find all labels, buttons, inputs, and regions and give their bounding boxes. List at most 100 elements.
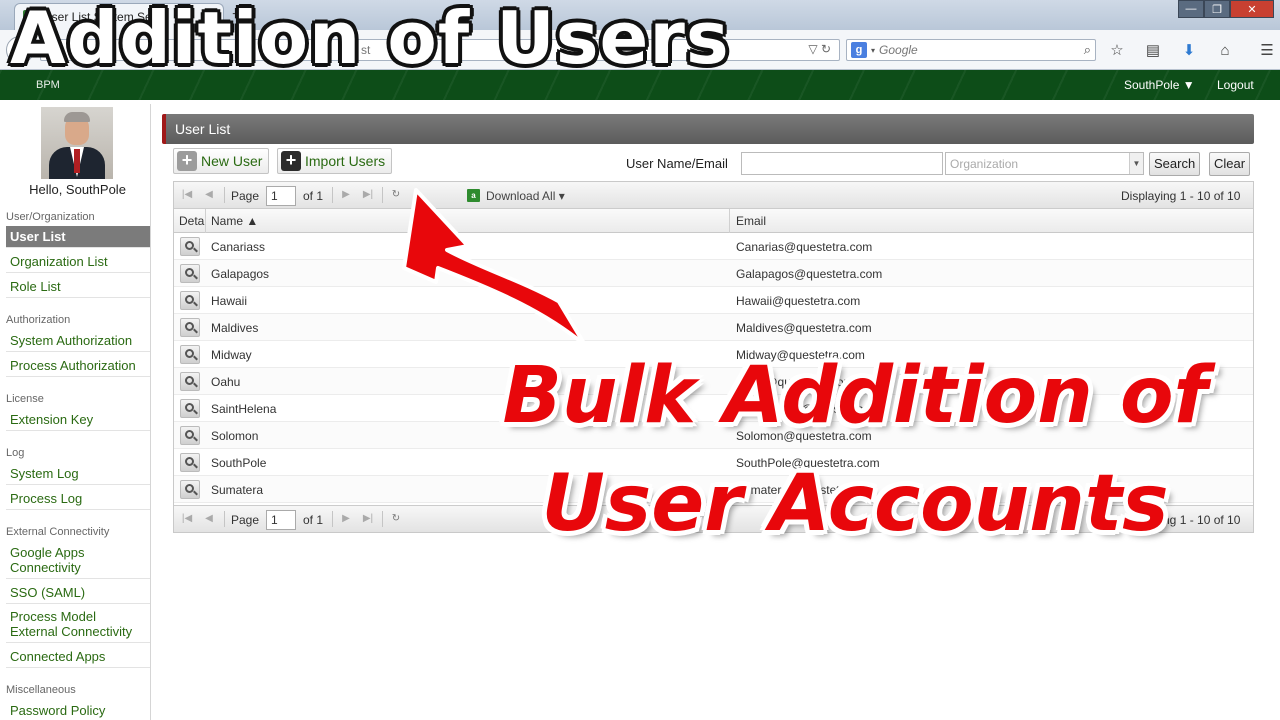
cell-name: Oahu bbox=[211, 375, 241, 389]
sidebar-item-extension-key[interactable]: Extension Key bbox=[6, 409, 150, 431]
top-pager: |◀ ◀ Page 1 of 1 ▶ ▶| ↻ a Download All ▾… bbox=[174, 182, 1253, 209]
section-title-log: Log bbox=[6, 447, 25, 459]
detail-search-icon[interactable] bbox=[180, 237, 200, 256]
detail-search-icon[interactable] bbox=[180, 291, 200, 310]
detail-search-icon[interactable] bbox=[180, 372, 200, 391]
sidebar-item-process-authorization[interactable]: Process Authorization bbox=[6, 355, 150, 377]
sidebar-item-connected-apps[interactable]: Connected Apps bbox=[6, 646, 150, 668]
detail-search-icon[interactable] bbox=[180, 264, 200, 283]
page-count: of 1 bbox=[303, 189, 324, 203]
col-name[interactable]: Name ▲ bbox=[211, 214, 258, 228]
page-label: Page bbox=[231, 513, 260, 527]
engine-dropdown-icon[interactable]: ▾ bbox=[871, 46, 875, 55]
detail-search-icon[interactable] bbox=[180, 453, 200, 472]
sidebar-item-system-log[interactable]: System Log bbox=[6, 463, 150, 485]
refresh-icon[interactable]: ↻ bbox=[388, 511, 404, 527]
detail-search-icon[interactable] bbox=[180, 480, 200, 499]
downloads-icon[interactable]: ⬇ bbox=[1176, 38, 1202, 62]
sidebar-item-organization-list[interactable]: Organization List bbox=[6, 251, 150, 273]
prev-page-icon[interactable]: ◀ bbox=[201, 511, 217, 527]
table-row[interactable]: Maldives Maldives@questetra.com bbox=[174, 314, 1253, 341]
reload-icon[interactable]: ▽ ↻ bbox=[808, 42, 831, 56]
import-users-label: Import Users bbox=[305, 153, 386, 169]
sidebar: Hello, SouthPole User/Organization User … bbox=[4, 104, 151, 720]
cell-name: SaintHelena bbox=[211, 402, 277, 416]
search-button[interactable]: Search bbox=[1149, 152, 1201, 176]
col-detail[interactable]: Deta bbox=[179, 214, 205, 228]
bookmark-star-icon[interactable]: ☆ bbox=[1104, 38, 1130, 62]
download-all-menu[interactable]: Download All ▾ bbox=[486, 189, 565, 203]
sidebar-item-process-model-external[interactable]: Process Model External Connectivity bbox=[6, 606, 150, 643]
sidebar-item-sso-saml[interactable]: SSO (SAML) bbox=[6, 582, 150, 604]
page-label: Page bbox=[231, 189, 260, 203]
cell-name: Hawaii bbox=[211, 294, 248, 308]
search-bar[interactable]: g ▾ Google ⌕ bbox=[846, 39, 1096, 61]
page-number-input[interactable]: 1 bbox=[266, 510, 296, 530]
home-icon[interactable]: ⌂ bbox=[1212, 38, 1238, 62]
table-row[interactable]: Hawaii Hawaii@questetra.com bbox=[174, 287, 1253, 314]
table-row[interactable]: Galapagos Galapagos@questetra.com bbox=[174, 260, 1253, 287]
avatar bbox=[41, 107, 113, 179]
cell-email: Maldives@questetra.com bbox=[736, 321, 872, 335]
section-title-external-connectivity: External Connectivity bbox=[6, 526, 110, 538]
window-controls: — ❐ ✕ bbox=[1178, 0, 1274, 18]
banner-line-2: User Accounts bbox=[541, 459, 1169, 549]
sidebar-item-process-log[interactable]: Process Log bbox=[6, 488, 150, 510]
first-page-icon[interactable]: |◀ bbox=[179, 511, 195, 527]
sidebar-item-role-list[interactable]: Role List bbox=[6, 276, 150, 298]
cell-email: Galapagos@questetra.com bbox=[736, 267, 883, 281]
google-icon: g bbox=[851, 42, 867, 58]
banner-line-1: Bulk Addition of bbox=[502, 351, 1208, 441]
clear-button[interactable]: Clear bbox=[1209, 152, 1251, 176]
chevron-down-icon[interactable]: ▼ bbox=[1129, 153, 1143, 174]
cell-name: Canariass bbox=[211, 240, 266, 254]
prev-page-icon[interactable]: ◀ bbox=[201, 187, 217, 203]
page-number-input[interactable]: 1 bbox=[266, 186, 296, 206]
menu-icon[interactable]: ☰ bbox=[1254, 38, 1280, 62]
sidebar-item-user-list[interactable]: User List bbox=[6, 226, 150, 248]
section-title-miscellaneous: Miscellaneous bbox=[6, 684, 76, 696]
detail-search-icon[interactable] bbox=[180, 318, 200, 337]
organization-placeholder: Organization bbox=[950, 157, 1019, 171]
next-page-icon[interactable]: ▶ bbox=[338, 187, 354, 203]
spreadsheet-icon: a bbox=[467, 189, 480, 202]
cell-name: Maldives bbox=[211, 321, 259, 335]
first-page-icon[interactable]: |◀ bbox=[179, 187, 195, 203]
cell-name: Galapagos bbox=[211, 267, 270, 281]
section-title-license: License bbox=[6, 393, 44, 405]
cell-email: Canarias@questetra.com bbox=[736, 240, 873, 254]
window-close-icon[interactable]: ✕ bbox=[1230, 0, 1274, 18]
video-title-overlay: Addition of Users bbox=[10, 0, 730, 80]
cell-email: Hawaii@questetra.com bbox=[736, 294, 861, 308]
refresh-icon[interactable]: ↻ bbox=[388, 187, 404, 203]
grid-header: Deta Name ▲ Email bbox=[174, 209, 1253, 233]
last-page-icon[interactable]: ▶| bbox=[360, 187, 376, 203]
organization-select[interactable]: Organization ▼ bbox=[945, 152, 1144, 175]
col-email[interactable]: Email bbox=[736, 214, 766, 228]
user-email-filter-input[interactable] bbox=[741, 152, 943, 175]
new-user-label: New User bbox=[201, 153, 263, 169]
detail-search-icon[interactable] bbox=[180, 426, 200, 445]
displaying-count: Displaying 1 - 10 of 10 bbox=[1121, 189, 1241, 203]
detail-search-icon[interactable] bbox=[180, 399, 200, 418]
minimize-icon[interactable]: — bbox=[1178, 0, 1204, 18]
sidebar-item-google-apps[interactable]: Google Apps Connectivity bbox=[6, 542, 150, 579]
detail-search-icon[interactable] bbox=[180, 345, 200, 364]
app-brand[interactable]: BPM bbox=[36, 79, 60, 91]
sidebar-item-password-policy[interactable]: Password Policy bbox=[6, 700, 150, 720]
new-user-button[interactable]: + New User bbox=[173, 148, 270, 174]
sidebar-item-system-authorization[interactable]: System Authorization bbox=[6, 330, 150, 352]
bulk-addition-banner: Bulk Addition of User Accounts bbox=[440, 342, 1270, 558]
last-page-icon[interactable]: ▶| bbox=[360, 511, 376, 527]
search-icon[interactable]: ⌕ bbox=[1084, 42, 1091, 58]
bookmarks-list-icon[interactable]: ▤ bbox=[1140, 38, 1166, 62]
browser-toolbar-icons: ☆ ▤ ⬇ ⌂ ☰ bbox=[1104, 38, 1280, 62]
import-users-button[interactable]: + Import Users bbox=[277, 148, 393, 174]
user-menu[interactable]: SouthPole ▼ bbox=[1124, 78, 1195, 92]
next-page-icon[interactable]: ▶ bbox=[338, 511, 354, 527]
table-row[interactable]: Canariass Canarias@questetra.com bbox=[174, 233, 1253, 260]
section-title-authorization: Authorization bbox=[6, 314, 71, 326]
plus-icon: + bbox=[177, 151, 197, 171]
restore-icon[interactable]: ❐ bbox=[1204, 0, 1230, 18]
logout-link[interactable]: Logout bbox=[1217, 78, 1254, 92]
